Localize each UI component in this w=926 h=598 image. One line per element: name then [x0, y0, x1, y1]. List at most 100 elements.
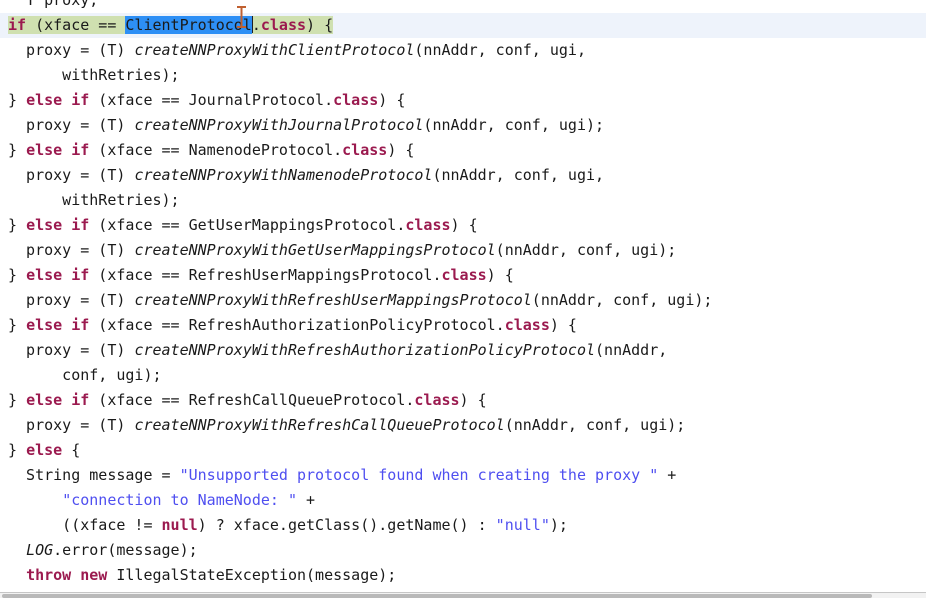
code-line[interactable]: proxy = (T) createNNProxyWithRefreshUser…	[0, 288, 926, 313]
code-token: proxy = (T)	[8, 241, 135, 259]
code-line[interactable]: proxy = (T) createNNProxyWithRefreshCall…	[0, 413, 926, 438]
occurrence-highlight: if (xface == ClientProtocol.class) {	[8, 16, 334, 34]
code-line[interactable]: conf, ugi);	[0, 363, 926, 388]
code-token: conf, ugi);	[8, 366, 162, 384]
code-token: createNNProxyWithClientProtocol	[134, 41, 415, 59]
code-token: (	[26, 16, 45, 34]
selected-identifier: ClientProtocol	[125, 16, 252, 34]
code-token: ) {	[486, 266, 514, 284]
code-token: (xface == RefreshUserMappingsProtocol	[89, 266, 433, 284]
code-token: withRetries);	[8, 66, 180, 84]
code-token: class	[414, 391, 460, 409]
code-token: else if	[26, 91, 90, 109]
code-token: class	[342, 141, 388, 159]
code-token: createNNProxyWithGetUserMappingsProtocol	[134, 241, 496, 259]
code-token: class	[441, 266, 487, 284]
code-token: }	[8, 216, 27, 234]
code-token: proxy = (T)	[8, 41, 135, 59]
code-line[interactable]: "connection to NameNode: " +	[0, 488, 926, 513]
code-token: ) {	[459, 391, 487, 409]
code-token: (xface == NamenodeProtocol	[89, 141, 334, 159]
code-token: proxy = (T)	[8, 166, 135, 184]
code-token: (xface == GetUserMappingsProtocol	[89, 216, 397, 234]
code-line[interactable]: throw new IllegalStateException(message)…	[0, 563, 926, 588]
code-token: else if	[26, 216, 90, 234]
code-token: (xface == RefreshCallQueueProtocol	[89, 391, 406, 409]
code-token: ==	[89, 16, 126, 34]
code-token: ) {	[378, 91, 406, 109]
code-line[interactable]: LOG.error(message);	[0, 538, 926, 563]
code-token: }	[8, 391, 27, 409]
code-token: (nnAddr, conf, ugi);	[504, 416, 686, 434]
code-token: null	[161, 516, 198, 534]
code-line[interactable]: proxy = (T) createNNProxyWithNamenodePro…	[0, 163, 926, 188]
code-token: createNNProxyWithRefreshAuthorizationPol…	[134, 341, 596, 359]
code-token: withRetries);	[8, 191, 180, 209]
code-line[interactable]: } else if (xface == NamenodeProtocol.cla…	[0, 138, 926, 163]
code-line[interactable]: withRetries);	[0, 63, 926, 88]
code-token: );	[549, 516, 568, 534]
code-token: (xface == RefreshAuthorizationPolicyProt…	[89, 316, 496, 334]
code-token: (nnAddr,	[595, 341, 668, 359]
code-token: String message =	[8, 466, 180, 484]
code-token: (nnAddr, conf, ugi);	[423, 116, 605, 134]
horizontal-scrollbar-thumb[interactable]	[2, 594, 872, 598]
code-surface[interactable]: T proxy; if (xface == ClientProtocol.clas…	[0, 0, 926, 588]
code-token: +	[297, 491, 316, 509]
code-token: .	[495, 316, 505, 334]
code-token: proxy = (T)	[8, 341, 135, 359]
code-line[interactable]: ((xface != null) ? xface.getClass().getN…	[0, 513, 926, 538]
code-token: class	[504, 316, 550, 334]
code-editor-viewport[interactable]: T proxy; if (xface == ClientProtocol.clas…	[0, 0, 926, 598]
code-token: .	[324, 91, 334, 109]
code-token: else if	[26, 391, 90, 409]
code-line[interactable]: } else if (xface == GetUserMappingsProto…	[0, 213, 926, 238]
code-token: proxy = (T)	[8, 116, 135, 134]
code-line[interactable]: } else if (xface == JournalProtocol.clas…	[0, 88, 926, 113]
code-token: class	[260, 16, 307, 34]
code-token: ) ? xface.getClass().getName() :	[197, 516, 496, 534]
code-line[interactable]: proxy = (T) createNNProxyWithClientProto…	[0, 38, 926, 63]
code-token: "null"	[495, 516, 550, 534]
code-line[interactable]: withRetries);	[0, 188, 926, 213]
code-token: }	[8, 266, 27, 284]
code-token: ) {	[450, 216, 478, 234]
code-token: class	[405, 216, 451, 234]
code-token: (xface == JournalProtocol	[89, 91, 325, 109]
code-line[interactable]: String message = "Unsupported protocol f…	[0, 463, 926, 488]
code-token: (nnAddr, conf, ugi);	[531, 291, 713, 309]
code-token: }	[8, 141, 27, 159]
code-token: "Unsupported protocol found when creatin…	[179, 466, 659, 484]
code-token: ((xface !=	[8, 516, 162, 534]
code-line[interactable]: if (xface == ClientProtocol.class) {	[0, 13, 926, 38]
code-token: createNNProxyWithJournalProtocol	[134, 116, 424, 134]
code-token: {	[62, 441, 81, 459]
code-line[interactable]: proxy = (T) createNNProxyWithGetUserMapp…	[0, 238, 926, 263]
code-line[interactable]: } else {	[0, 438, 926, 463]
code-token: (nnAddr, conf, ugi);	[495, 241, 677, 259]
code-token: else if	[26, 316, 90, 334]
code-line[interactable]: } else if (xface == RefreshAuthorization…	[0, 313, 926, 338]
code-line[interactable]: proxy = (T) createNNProxyWithJournalProt…	[0, 113, 926, 138]
horizontal-scrollbar[interactable]	[0, 592, 926, 598]
code-token: }	[8, 91, 27, 109]
code-token: ) {	[549, 316, 577, 334]
code-token: proxy = (T)	[8, 291, 135, 309]
code-token: else if	[26, 266, 90, 284]
code-token: ) {	[387, 141, 415, 159]
code-token: }	[8, 316, 27, 334]
code-token: +	[658, 466, 677, 484]
code-line[interactable]: proxy = (T) createNNProxyWithRefreshAuth…	[0, 338, 926, 363]
code-token: proxy = (T)	[8, 416, 135, 434]
code-token: .	[333, 141, 343, 159]
code-line[interactable]: } else if (xface == RefreshUserMappingsP…	[0, 263, 926, 288]
code-line[interactable]: } else if (xface == RefreshCallQueueProt…	[0, 388, 926, 413]
code-token: LOG	[26, 541, 54, 559]
code-line[interactable]: T proxy;	[0, 0, 926, 13]
code-token: .	[396, 216, 406, 234]
code-token: else if	[26, 141, 90, 159]
code-token: .error(message);	[53, 541, 198, 559]
code-token: "connection to NameNode: "	[62, 491, 297, 509]
